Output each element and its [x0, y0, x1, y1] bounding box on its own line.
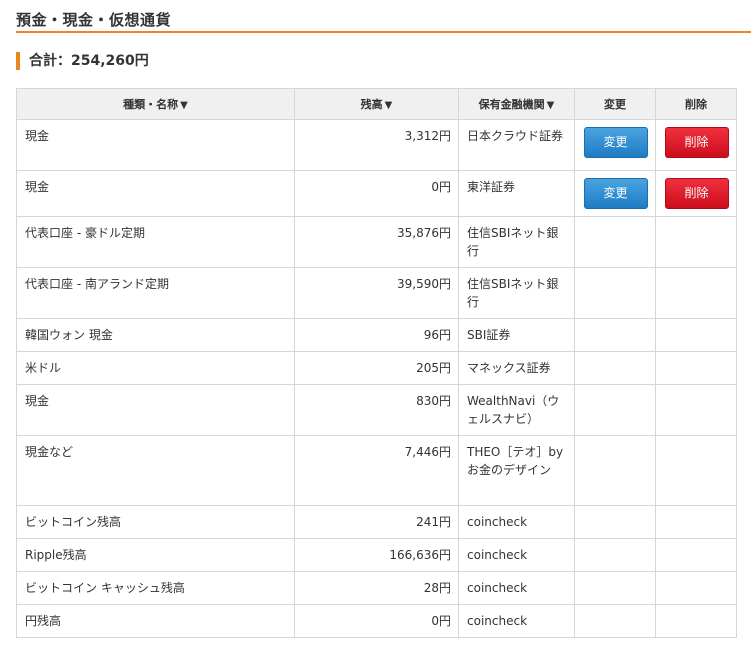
- asset-balance: 0円: [294, 170, 459, 217]
- assets-table: 種類・名称 ▼ 残高 ▼ 保有金融機関 ▼ 変更 削除 現金 3,312円 日本クラウド証…: [16, 88, 737, 638]
- asset-balance: 96円: [294, 318, 459, 352]
- edit-cell: [574, 318, 656, 352]
- edit-cell: 変更: [574, 170, 656, 217]
- delete-cell: [655, 604, 737, 638]
- asset-balance: 0円: [294, 604, 459, 638]
- asset-balance: 28円: [294, 571, 459, 605]
- table-row: 現金 830円 WealthNavi（ウェルスナビ）: [16, 384, 737, 436]
- column-header-balance[interactable]: 残高 ▼: [294, 88, 459, 120]
- column-header-change: 変更: [574, 88, 656, 120]
- sort-down-icon[interactable]: ▼: [547, 100, 555, 111]
- column-header-institution[interactable]: 保有金融機関 ▼: [458, 88, 575, 120]
- delete-cell: 削除: [655, 119, 737, 171]
- delete-cell: [655, 435, 737, 506]
- asset-name: 円残高: [16, 604, 295, 638]
- column-header-name-label: 種類・名称: [123, 98, 179, 111]
- table-row: ビットコイン キャッシュ残高 28円 coincheck: [16, 571, 737, 605]
- table-body: 現金 3,312円 日本クラウド証券 変更 削除 現金 0円 東洋証券 変更 削除 代表口座 - 豪…: [16, 119, 737, 638]
- asset-institution: 東洋証券: [458, 170, 575, 217]
- table-row: 現金 3,312円 日本クラウド証券 変更 削除: [16, 119, 737, 171]
- asset-institution: 日本クラウド証券: [458, 119, 575, 171]
- edit-cell: [574, 267, 656, 319]
- sort-down-icon[interactable]: ▼: [180, 100, 188, 111]
- table-row: 代表口座 - 南アランド定期 39,590円 住信SBIネット銀行: [16, 267, 737, 319]
- asset-balance: 830円: [294, 384, 459, 436]
- asset-name: Ripple残高: [16, 538, 295, 572]
- table-row: 代表口座 - 豪ドル定期 35,876円 住信SBIネット銀行: [16, 216, 737, 268]
- asset-name: 現金: [16, 384, 295, 436]
- edit-button[interactable]: 変更: [583, 127, 648, 158]
- section-header: 預金・現金・仮想通貨: [16, 0, 751, 33]
- edit-cell: [574, 604, 656, 638]
- column-header-delete: 削除: [655, 88, 737, 120]
- edit-cell: 変更: [574, 119, 656, 171]
- table-row: Ripple残高 166,636円 coincheck: [16, 538, 737, 572]
- asset-institution: THEO［テオ］by お金のデザイン: [458, 435, 575, 506]
- edit-cell: [574, 351, 656, 385]
- asset-balance: 7,446円: [294, 435, 459, 506]
- table-header-row: 種類・名称 ▼ 残高 ▼ 保有金融機関 ▼ 変更 削除: [16, 88, 737, 120]
- delete-cell: [655, 318, 737, 352]
- section-title: 預金・現金・仮想通貨: [16, 11, 172, 29]
- edit-cell: [574, 435, 656, 506]
- delete-cell: [655, 351, 737, 385]
- delete-cell: [655, 267, 737, 319]
- asset-name: 韓国ウォン 現金: [16, 318, 295, 352]
- sort-down-icon[interactable]: ▼: [385, 100, 393, 111]
- edit-cell: [574, 538, 656, 572]
- asset-institution: WealthNavi（ウェルスナビ）: [458, 384, 575, 436]
- delete-cell: [655, 571, 737, 605]
- asset-institution: coincheck: [458, 538, 575, 572]
- table-row: ビットコイン残高 241円 coincheck: [16, 505, 737, 539]
- asset-name: 現金: [16, 119, 295, 171]
- asset-institution: 住信SBIネット銀行: [458, 216, 575, 268]
- asset-balance: 241円: [294, 505, 459, 539]
- table-row: 米ドル 205円 マネックス証券: [16, 351, 737, 385]
- edit-cell: [574, 216, 656, 268]
- column-header-name[interactable]: 種類・名称 ▼: [16, 88, 295, 120]
- delete-cell: [655, 538, 737, 572]
- asset-name: 代表口座 - 南アランド定期: [16, 267, 295, 319]
- asset-institution: coincheck: [458, 571, 575, 605]
- asset-balance: 3,312円: [294, 119, 459, 171]
- edit-cell: [574, 384, 656, 436]
- asset-institution: マネックス証券: [458, 351, 575, 385]
- asset-name: ビットコイン キャッシュ残高: [16, 571, 295, 605]
- asset-balance: 39,590円: [294, 267, 459, 319]
- asset-name: 米ドル: [16, 351, 295, 385]
- asset-institution: coincheck: [458, 505, 575, 539]
- delete-cell: 削除: [655, 170, 737, 217]
- edit-cell: [574, 571, 656, 605]
- asset-balance: 166,636円: [294, 538, 459, 572]
- table-row: 現金 0円 東洋証券 変更 削除: [16, 170, 737, 217]
- asset-name: 代表口座 - 豪ドル定期: [16, 216, 295, 268]
- asset-balance: 35,876円: [294, 216, 459, 268]
- table-row: 円残高 0円 coincheck: [16, 604, 737, 638]
- column-header-institution-label: 保有金融機関: [478, 98, 545, 111]
- total-summary: 合計：254,260円: [16, 52, 149, 70]
- delete-cell: [655, 384, 737, 436]
- asset-institution: coincheck: [458, 604, 575, 638]
- column-header-balance-label: 残高: [360, 98, 383, 111]
- asset-balance: 205円: [294, 351, 459, 385]
- table-row: 韓国ウォン 現金 96円 SBI証券: [16, 318, 737, 352]
- table-row: 現金など 7,446円 THEO［テオ］by お金のデザイン: [16, 435, 737, 506]
- asset-institution: 住信SBIネット銀行: [458, 267, 575, 319]
- delete-cell: [655, 216, 737, 268]
- delete-button[interactable]: 削除: [664, 127, 729, 158]
- asset-name: 現金: [16, 170, 295, 217]
- edit-button[interactable]: 変更: [583, 178, 648, 209]
- asset-name: ビットコイン残高: [16, 505, 295, 539]
- asset-name: 現金など: [16, 435, 295, 506]
- delete-button[interactable]: 削除: [664, 178, 729, 209]
- edit-cell: [574, 505, 656, 539]
- asset-institution: SBI証券: [458, 318, 575, 352]
- delete-cell: [655, 505, 737, 539]
